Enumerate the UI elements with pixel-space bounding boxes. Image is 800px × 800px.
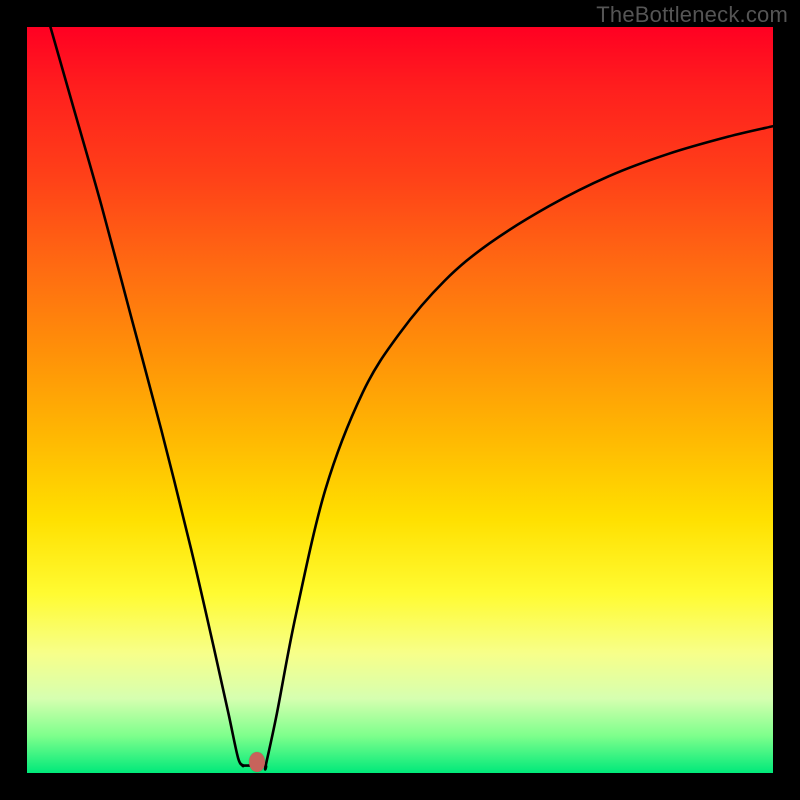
optimum-marker-dot <box>249 752 265 772</box>
bottleneck-curve <box>42 27 773 769</box>
chart-container: TheBottleneck.com <box>0 0 800 800</box>
curve-svg <box>27 27 773 773</box>
watermark-label: TheBottleneck.com <box>596 2 788 28</box>
